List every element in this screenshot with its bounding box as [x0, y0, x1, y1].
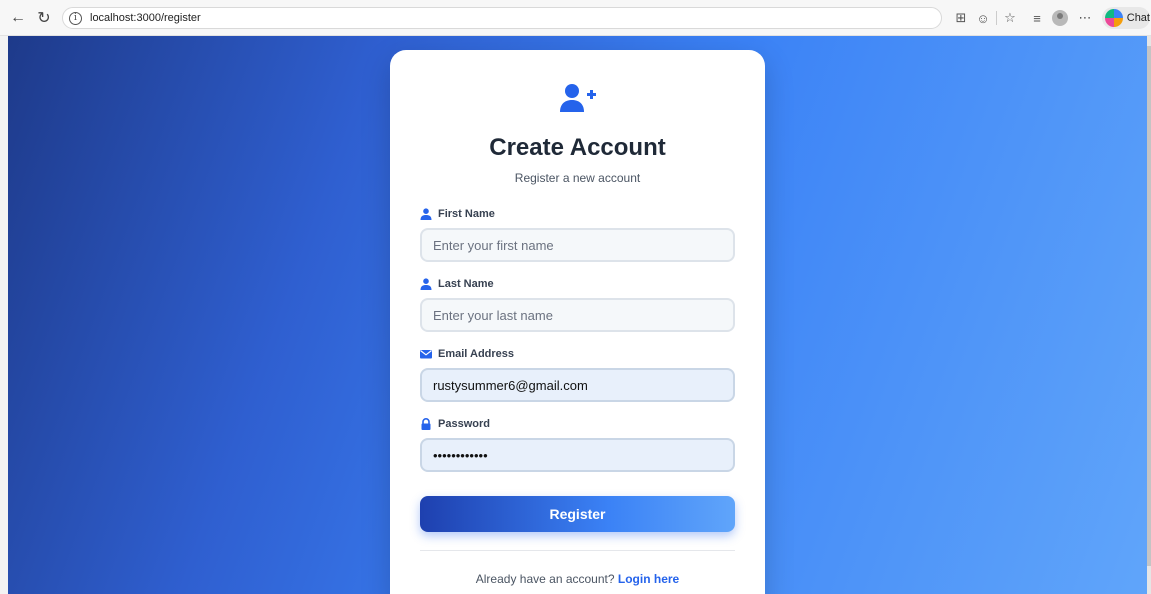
url-text: localhost:3000/register: [90, 12, 201, 24]
login-link[interactable]: Login here: [618, 572, 679, 586]
more-icon[interactable]: ⋯: [1076, 8, 1094, 28]
refresh-icon[interactable]: ↻: [34, 8, 54, 28]
email-input[interactable]: [420, 368, 735, 402]
register-button[interactable]: Register: [420, 496, 735, 532]
scrollbar-thumb[interactable]: [1147, 46, 1151, 566]
email-label: Email Address: [420, 348, 514, 360]
address-bar[interactable]: i localhost:3000/register: [62, 7, 942, 29]
user-icon: [420, 278, 432, 290]
first-name-label: First Name: [420, 208, 495, 220]
page-title: Create Account: [489, 134, 666, 161]
password-label: Password: [420, 418, 490, 430]
favorites-icon[interactable]: ≡: [1028, 8, 1046, 28]
last-name-input[interactable]: [420, 298, 735, 332]
user-icon: [420, 208, 432, 220]
profile-avatar[interactable]: [1051, 8, 1069, 28]
login-prompt: Already have an account? Login here: [475, 572, 680, 586]
copilot-icon: [1105, 9, 1123, 27]
favorite-star-icon[interactable]: ☆: [1001, 8, 1019, 28]
back-icon[interactable]: ←: [8, 8, 28, 28]
page-background: Create Account Register a new account Fi…: [8, 36, 1147, 594]
password-input[interactable]: [420, 438, 735, 472]
scrollbar[interactable]: [1147, 36, 1151, 594]
page-subtitle: Register a new account: [514, 171, 641, 185]
chat-label: Chat: [1126, 12, 1150, 24]
first-name-input[interactable]: [420, 228, 735, 262]
split-screen-icon[interactable]: ⊞: [952, 8, 970, 28]
last-name-label: Last Name: [420, 278, 494, 290]
user-plus-icon: [560, 84, 596, 112]
toolbar-divider: [996, 11, 997, 25]
emoji-icon[interactable]: ☺: [974, 8, 992, 28]
register-card: Create Account Register a new account Fi…: [390, 50, 765, 594]
info-icon[interactable]: i: [69, 11, 82, 25]
envelope-icon: [420, 350, 432, 359]
lock-icon: [421, 418, 431, 430]
divider: [420, 550, 735, 551]
browser-toolbar: ← ↻ i localhost:3000/register ⊞ ☺ ☆ ≡ ⋯ …: [0, 0, 1151, 36]
chat-button[interactable]: Chat: [1102, 7, 1150, 29]
